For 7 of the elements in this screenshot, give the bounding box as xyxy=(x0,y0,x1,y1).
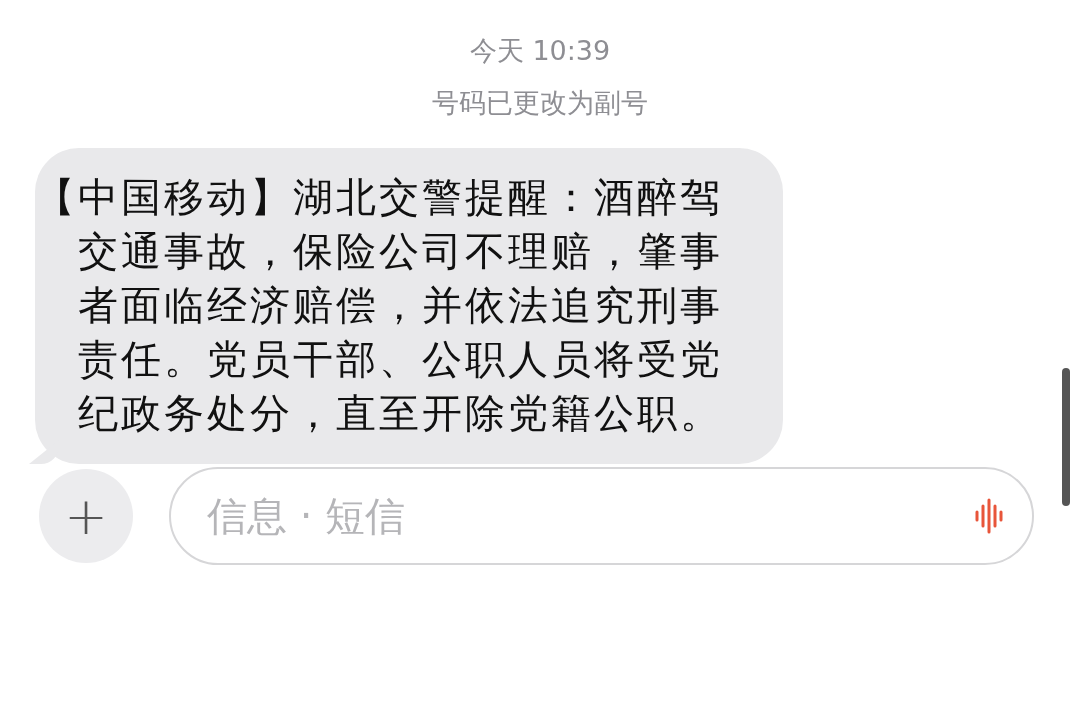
message-field[interactable]: 信息 · 短信 xyxy=(169,467,1034,565)
number-change-notice: 号码已更改为副号 xyxy=(432,86,648,120)
message-text: 【中国移动】湖北交警提醒：酒醉驾交通事故，保险公司不理赔，肇事者面临经济赔偿，并依法追究刑事责任。党员干部、公职人员将受党纪政务处分，直至开除党籍公职。 xyxy=(35,173,724,438)
scroll-bar[interactable] xyxy=(1062,368,1070,506)
timestamp: 今天 10:39 xyxy=(469,34,611,68)
voice-wave-icon[interactable] xyxy=(974,498,1004,534)
add-button[interactable]: + xyxy=(39,469,133,563)
